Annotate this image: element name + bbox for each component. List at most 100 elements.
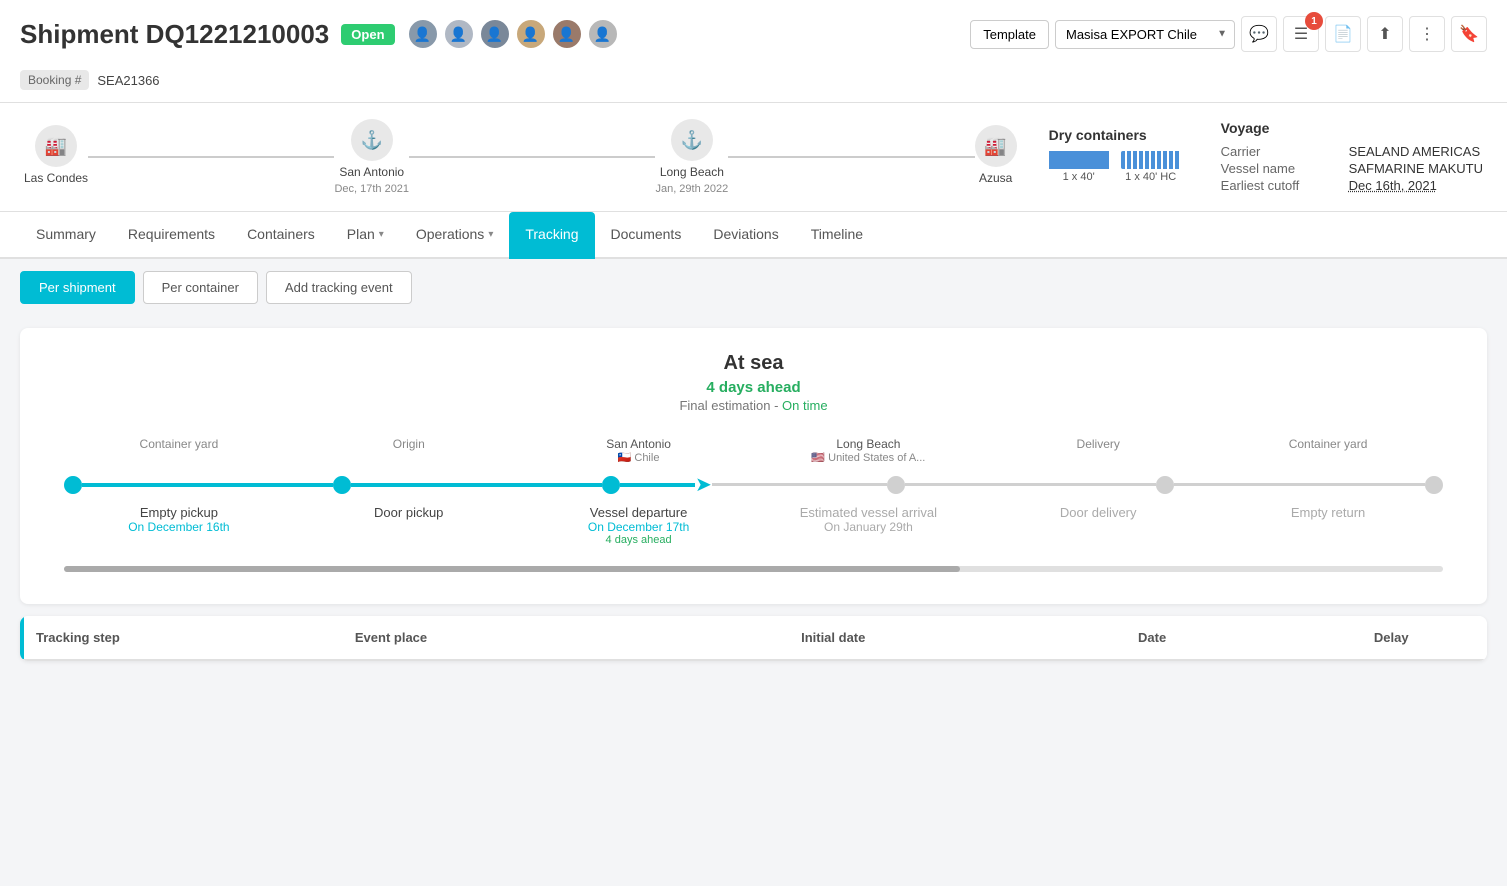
sub-header: Per shipment Per container Add tracking … [0,259,1507,316]
track-dot-0 [64,476,82,494]
chevron-down-icon: ▾ [488,229,493,240]
avatar: 👤 [479,18,511,50]
route-node-2: ⚓ Long Beach Jan, 29th 2022 [655,119,728,195]
tab-requirements[interactable]: Requirements [112,212,231,259]
track-line-todo-2 [1174,483,1425,486]
share-icon: ⬆ [1378,24,1391,44]
booking-label: Booking # [20,70,89,90]
route-node-3: 🏭 Azusa [975,125,1017,189]
chat-button[interactable]: 💬 [1241,16,1277,52]
event-label-0: Empty pickup [140,505,218,520]
container-bar-label-0: 1 x 40' [1063,171,1095,183]
more-button[interactable]: ⋮ [1409,16,1445,52]
track-line-todo-0 [712,483,888,486]
avatar: 👤 [551,18,583,50]
chevron-down-icon: ▾ [379,229,384,240]
journey-events: Empty pickup On December 16th Door picku… [64,505,1443,546]
containers-info: Dry containers 1 x 40' 1 x 40' HC [1049,127,1181,187]
journey-track: ➤ [64,472,1443,497]
event-date-3: On January 29th [824,520,913,534]
document-icon: 📄 [1333,24,1353,44]
tab-plan-label: Plan [347,226,375,242]
tab-operations-label: Operations [416,226,484,242]
route-node-1: ⚓ San Antonio Dec, 17th 2021 [334,119,409,195]
tab-deviations-label: Deviations [713,226,778,242]
route-timeline: 🏭 Las Condes ⚓ San Antonio Dec, 17th 202… [24,119,1017,195]
tab-timeline[interactable]: Timeline [795,212,879,259]
route-node-0: 🏭 Las Condes [24,125,88,189]
table-header-date: Date [993,630,1312,645]
route-date-1: Dec, 17th 2021 [334,183,409,195]
template-label-button[interactable]: Template [970,20,1049,49]
track-line-todo-1 [905,483,1156,486]
route-label-3: Azusa [979,171,1012,185]
event-label-4: Door delivery [1060,505,1137,520]
event-date-2: On December 17th [588,520,689,534]
list-icon: ☰ [1294,24,1308,44]
route-line [728,156,974,158]
track-dot-1 [333,476,351,494]
event-label-5: Empty return [1291,505,1365,520]
voyage-row-2: Earliest cutoff Dec 16th, 2021 [1221,178,1483,193]
document-button[interactable]: 📄 [1325,16,1361,52]
final-est-text: Final estimation - [679,398,778,413]
voyage-val-2: Dec 16th, 2021 [1349,178,1437,193]
node-top-4: Delivery [983,437,1213,451]
tab-tracking[interactable]: Tracking [509,212,594,259]
tab-tracking-label: Tracking [525,226,578,242]
event-label-1: Door pickup [374,505,443,520]
route-line [409,156,655,158]
voyage-row-0: Carrier SEALAND AMERICAS [1221,144,1483,159]
event-5: Empty return [1213,505,1443,546]
anchor-icon-1: ⚓ [351,119,393,161]
bookmark-button[interactable]: 🔖 [1451,16,1487,52]
route-date-2: Jan, 29th 2022 [655,183,728,195]
voyage-title: Voyage [1221,120,1483,136]
journey-line: Container yard Origin San Antonio 🇨🇱 Chi… [44,437,1463,546]
table-header-event-place: Event place [355,630,674,645]
node-sub-2: 🇨🇱 Chile [524,451,754,464]
anchor-icon-2: ⚓ [671,119,713,161]
shipment-title: Shipment DQ1221210003 [20,19,329,50]
list-button[interactable]: ☰ 1 [1283,16,1319,52]
voyage-val-0: SEALAND AMERICAS [1349,144,1481,159]
tab-summary-label: Summary [36,226,96,242]
container-bars: 1 x 40' 1 x 40' HC [1049,151,1181,183]
route-label-2: Long Beach [660,165,724,179]
booking-row: Booking # SEA21366 [20,64,1487,102]
table-section: Tracking step Event place Initial date D… [20,616,1487,661]
per-shipment-button[interactable]: Per shipment [20,271,135,304]
on-time-label: On time [782,398,828,413]
event-1: Door pickup [294,505,524,546]
voyage-val-1: SAFMARINE MAKUTU [1349,161,1483,176]
scroll-area [44,566,1463,572]
tab-documents[interactable]: Documents [595,212,698,259]
event-label-2: Vessel departure [590,505,688,520]
days-ahead: 4 days ahead [44,379,1463,396]
container-bar-1: 1 x 40' HC [1121,151,1181,183]
per-container-button[interactable]: Per container [143,271,258,304]
tab-containers[interactable]: Containers [231,212,331,259]
chat-icon: 💬 [1249,24,1269,44]
notification-badge: 1 [1305,12,1323,30]
table-header-tracking-step: Tracking step [36,630,355,645]
template-select[interactable]: Masisa EXPORT Chile [1055,20,1235,49]
node-top-1: Origin [294,437,524,451]
container-graphic-1 [1121,151,1181,169]
tab-containers-label: Containers [247,226,315,242]
tab-plan[interactable]: Plan ▾ [331,212,400,259]
header-actions: Template Masisa EXPORT Chile 💬 ☰ 1 📄 ⬆ ⋮ [970,16,1487,52]
tab-deviations[interactable]: Deviations [697,212,794,259]
table-left-accent [20,616,24,659]
container-graphic-0 [1049,151,1109,169]
share-button[interactable]: ⬆ [1367,16,1403,52]
add-tracking-event-button[interactable]: Add tracking event [266,271,412,304]
event-3: Estimated vessel arrival On January 29th [753,505,983,546]
tab-operations[interactable]: Operations ▾ [400,212,510,259]
tab-requirements-label: Requirements [128,226,215,242]
scroll-thumb [64,566,960,572]
more-icon: ⋮ [1419,24,1435,44]
voyage-info: Voyage Carrier SEALAND AMERICAS Vessel n… [1221,120,1483,195]
tab-summary[interactable]: Summary [20,212,112,259]
track-line-done-2 [620,483,695,487]
